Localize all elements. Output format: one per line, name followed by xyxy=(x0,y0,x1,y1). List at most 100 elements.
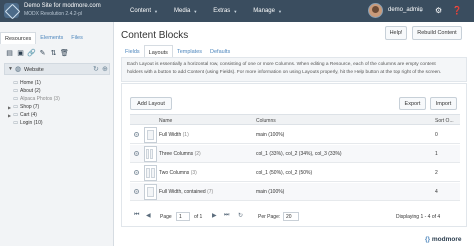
tree-item[interactable]: ▭ About (2) xyxy=(8,87,41,95)
displaying-status: Displaying 1 - 4 of 4 xyxy=(396,214,441,220)
layout-name: Three Columns xyxy=(159,151,194,157)
tab-layouts[interactable]: Layouts xyxy=(143,45,173,57)
tree-toolbar: ▤ ▣ 🔗 ✎ ⇅ 🗑 xyxy=(4,49,70,59)
layout-thumbnail xyxy=(144,165,157,181)
import-button[interactable]: Import xyxy=(430,97,457,110)
add-layout-button[interactable]: Add Layout xyxy=(130,97,172,110)
tree-root-label: Website xyxy=(24,67,44,73)
tree-item[interactable]: ▶ ▭ Cart (4) xyxy=(8,111,37,119)
new-static-icon[interactable]: ✎ xyxy=(37,49,48,59)
username[interactable]: demo_admin xyxy=(388,7,423,13)
page-title: Content Blocks xyxy=(121,30,189,41)
table-row[interactable]: + Full Width (1) main (100%) 0 xyxy=(130,126,460,144)
column-header-name[interactable]: Name xyxy=(159,118,172,124)
layout-columns: main (100%) xyxy=(256,132,285,138)
new-symlink-icon[interactable]: 🔗 xyxy=(26,49,37,59)
expand-icon[interactable]: + xyxy=(134,151,139,156)
nav-manage-label: Manage xyxy=(253,8,275,14)
description-line: Each Layout is essentially a horizontal … xyxy=(127,62,436,67)
tree-item[interactable]: ▭ Alpaca Photos (3) xyxy=(8,95,60,103)
layout-name: Full Width, contained xyxy=(159,189,206,195)
table-row[interactable]: + Two Columns (3) col_1 (50%), col_2 (50… xyxy=(130,164,460,182)
main-nav: Content ▼ Media ▼ Extras ▼ Manage ▼ xyxy=(122,0,290,22)
expand-icon[interactable]: + xyxy=(134,189,139,194)
folder-icon: ▭ xyxy=(13,112,19,118)
tree-item[interactable]: ▶ ▭ Shop (7) xyxy=(8,103,39,111)
layout-sort-order: 2 xyxy=(435,170,438,176)
sidebar-tabs: Resources Elements Files xyxy=(0,32,87,44)
gear-icon[interactable]: ⚙ xyxy=(435,6,442,15)
tab-elements[interactable]: Elements xyxy=(36,32,67,44)
tree-item-label: Login (10) xyxy=(20,120,43,126)
help-icon[interactable]: ❓ xyxy=(452,6,462,15)
chevron-down-icon: ▼ xyxy=(193,8,198,14)
tree-item-label: About (2) xyxy=(20,88,41,94)
chevron-down-icon: ▼ xyxy=(154,8,158,14)
export-button[interactable]: Export xyxy=(399,97,426,110)
nav-manage[interactable]: Manage ▼ xyxy=(245,0,290,22)
grid-header: Name Columns Sort O... xyxy=(130,114,460,125)
layouts-panel: Add Layout Export Import Name Columns So… xyxy=(121,83,467,227)
layout-id: (7) xyxy=(207,189,214,195)
document-icon: ▭ xyxy=(13,88,19,94)
layout-sort-order: 4 xyxy=(435,189,438,195)
layout-columns: main (100%) xyxy=(256,189,285,195)
content-tabs: Fields Layouts Templates Defaults xyxy=(121,45,234,57)
sidebar: Resources Elements Files ▤ ▣ 🔗 ✎ ⇅ 🗑 ▼ ◍… xyxy=(0,22,114,246)
tab-fields[interactable]: Fields xyxy=(121,45,144,57)
chevron-down-icon: ▼ xyxy=(233,8,238,14)
logo-icon[interactable] xyxy=(4,3,19,18)
column-header-columns[interactable]: Columns xyxy=(256,118,276,124)
table-row[interactable]: + Three Columns (2) col_1 (33%), col_2 (… xyxy=(130,145,460,163)
chevron-down-icon: ▼ xyxy=(277,8,282,14)
refresh-icon[interactable]: ↻ xyxy=(93,65,99,73)
tab-defaults[interactable]: Defaults xyxy=(206,45,234,57)
tab-templates[interactable]: Templates xyxy=(173,45,206,57)
page-number-input[interactable]: 1 xyxy=(176,212,190,221)
tree-item[interactable]: ▭ Home (1) xyxy=(8,79,41,87)
layout-thumbnail xyxy=(144,184,157,200)
chevron-down-icon[interactable]: ▼ xyxy=(419,8,423,13)
nav-content[interactable]: Content ▼ xyxy=(122,0,166,22)
layout-thumbnail xyxy=(144,146,157,162)
table-row[interactable]: + Full Width, contained (7) main (100%) … xyxy=(130,183,460,201)
per-page-input[interactable]: 20 xyxy=(283,212,299,221)
help-button[interactable]: Help! xyxy=(385,26,407,40)
layout-name: Full Width xyxy=(159,132,182,138)
trash-icon[interactable]: 🗑 xyxy=(59,49,70,59)
expand-icon[interactable]: + xyxy=(134,170,139,175)
layouts-description: Each Layout is essentially a horizontal … xyxy=(121,57,467,82)
prev-page-icon[interactable]: ◀ xyxy=(146,212,151,219)
last-page-icon[interactable]: ⏭ xyxy=(224,212,229,219)
layout-id: (3) xyxy=(190,170,197,176)
top-bar: Demo Site for modmore.com MODX Revolutio… xyxy=(0,0,474,22)
new-weblink-icon[interactable]: ▣ xyxy=(15,49,26,59)
page-count-label: of 1 xyxy=(194,214,203,220)
add-icon[interactable]: ⊕ xyxy=(102,65,108,73)
column-header-sort[interactable]: Sort O... xyxy=(435,118,454,124)
first-page-icon[interactable]: ⏮ xyxy=(134,212,139,219)
site-title[interactable]: Demo Site for modmore.com xyxy=(24,3,101,10)
next-page-icon[interactable]: ▶ xyxy=(212,212,217,219)
new-document-icon[interactable]: ▤ xyxy=(4,49,15,59)
layout-columns: col_1 (33%), col_2 (34%), col_3 (33%) xyxy=(256,151,342,157)
nav-media[interactable]: Media ▼ xyxy=(166,0,205,22)
tab-files[interactable]: Files xyxy=(67,32,87,44)
layout-id: (1) xyxy=(182,132,189,138)
nav-content-label: Content xyxy=(130,8,152,14)
tree-root-website[interactable]: ▼ ◍ Website ↻ ⊕ xyxy=(4,63,110,75)
layout-name: Two Columns xyxy=(159,170,190,176)
tree-item-label: Alpaca Photos (3) xyxy=(20,96,60,102)
refresh-icon[interactable]: ↻ xyxy=(238,212,243,219)
avatar[interactable] xyxy=(368,3,383,18)
sort-icon[interactable]: ⇅ xyxy=(48,49,59,59)
nav-media-label: Media xyxy=(173,8,191,14)
tab-resources[interactable]: Resources xyxy=(0,32,37,44)
expand-icon[interactable]: + xyxy=(134,132,139,137)
rebuild-content-button[interactable]: Rebuild Content xyxy=(412,26,462,40)
layout-columns: col_1 (50%), col_2 (50%) xyxy=(256,170,313,176)
folder-icon: ▭ xyxy=(13,104,19,110)
nav-extras[interactable]: Extras ▼ xyxy=(205,0,245,22)
chevron-down-icon[interactable]: ▼ xyxy=(8,66,13,72)
tree-item[interactable]: ▭ Login (10) xyxy=(8,119,43,127)
